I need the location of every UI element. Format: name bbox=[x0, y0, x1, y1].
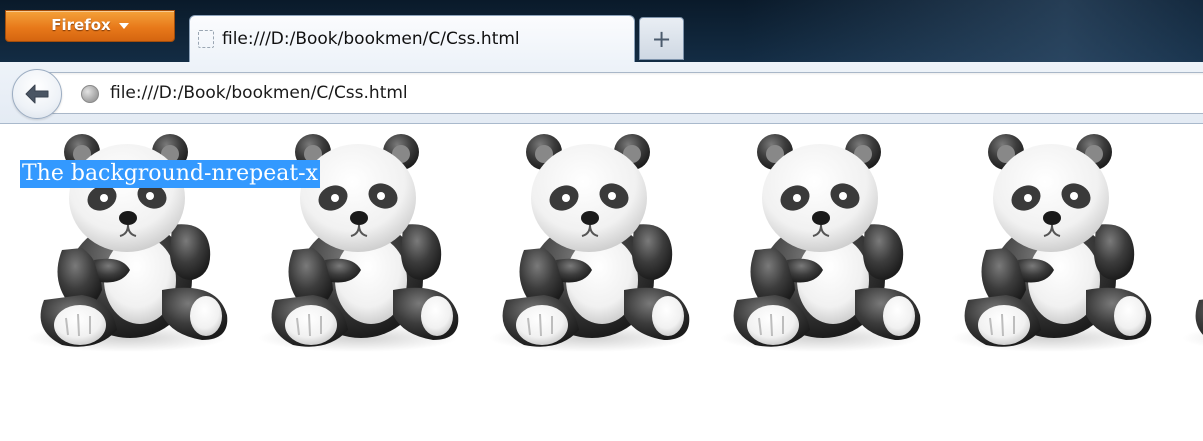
tab-active[interactable]: file:///D:/Book/bookmen/C/Css.html bbox=[189, 15, 635, 62]
blank-page-icon bbox=[198, 30, 214, 48]
selected-text[interactable]: The background-nrepeat-x bbox=[20, 160, 321, 188]
tab-strip: Firefox file:///D:/Book/bookmen/C/Css.ht… bbox=[0, 0, 1203, 62]
panda-icon bbox=[719, 133, 922, 353]
globe-icon bbox=[81, 85, 99, 103]
tab-title: file:///D:/Book/bookmen/C/Css.html bbox=[222, 29, 520, 49]
panda-icon bbox=[1181, 133, 1203, 353]
tab-strip-glow bbox=[743, 0, 1203, 62]
browser-window: Firefox file:///D:/Book/bookmen/C/Css.ht… bbox=[0, 0, 1203, 441]
firefox-menu-button[interactable]: Firefox bbox=[5, 10, 175, 42]
panda-icon bbox=[488, 133, 691, 353]
new-tab-button[interactable]: + bbox=[639, 17, 684, 60]
chevron-down-icon bbox=[118, 23, 129, 29]
panda-icon bbox=[950, 133, 1153, 353]
plus-icon: + bbox=[651, 24, 672, 53]
back-arrow-icon bbox=[25, 84, 49, 104]
url-text[interactable]: file:///D:/Book/bookmen/C/Css.html bbox=[110, 83, 408, 103]
page-content: The background-nrepeat-x bbox=[0, 124, 1203, 441]
firefox-menu-label: Firefox bbox=[51, 16, 111, 34]
back-button[interactable] bbox=[12, 69, 62, 119]
